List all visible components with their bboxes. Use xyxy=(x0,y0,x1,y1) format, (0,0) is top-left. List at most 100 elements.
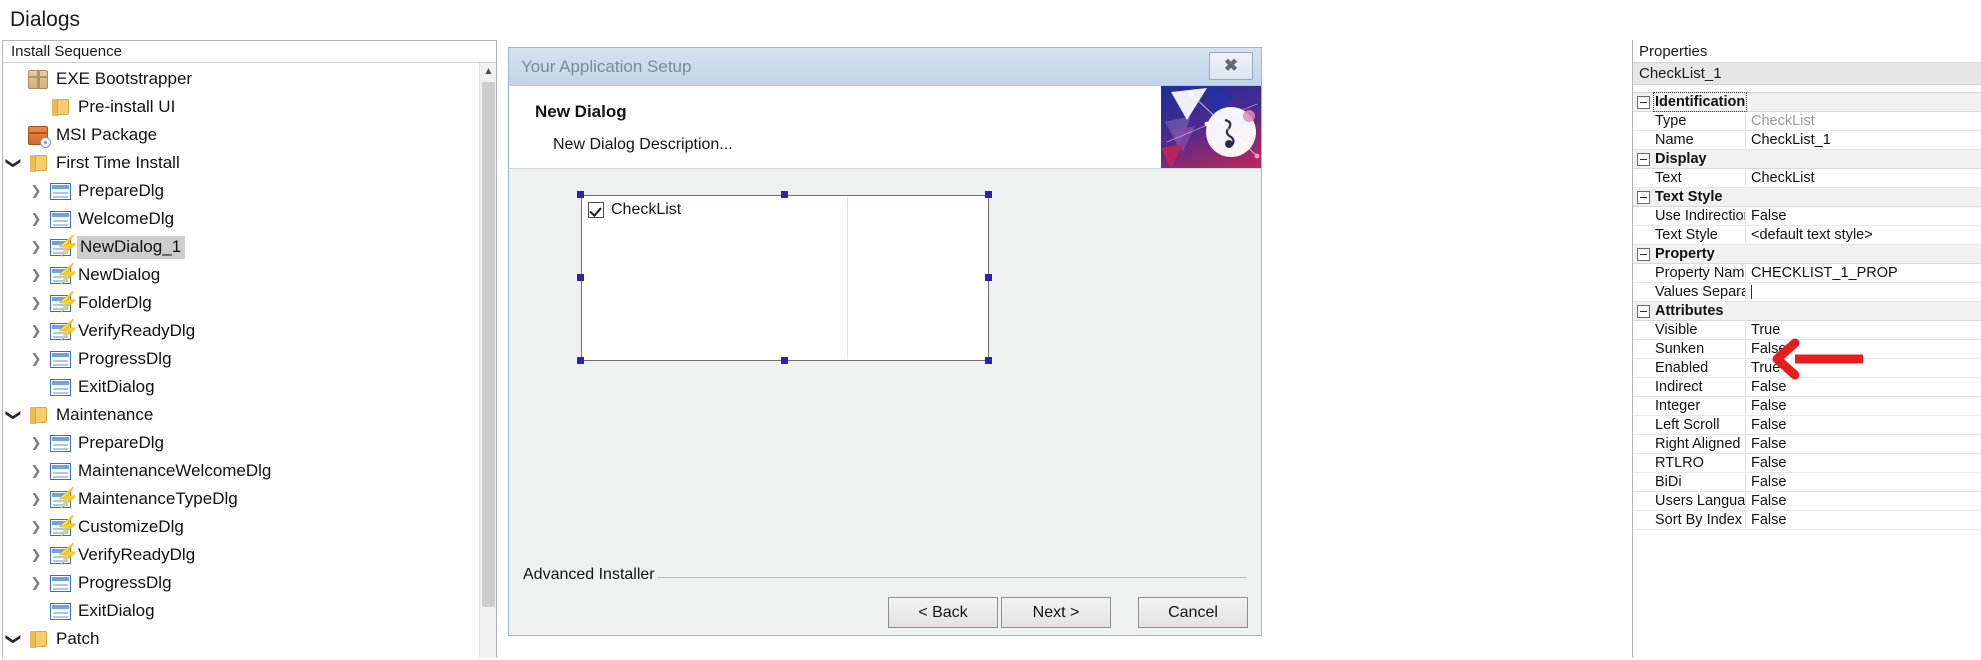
property-value-cell[interactable]: False xyxy=(1746,208,1981,224)
tree-item-exe-bootstrapper[interactable]: EXE Bootstrapper xyxy=(3,65,481,93)
resize-handle-top-center[interactable] xyxy=(781,191,788,198)
property-value-cell[interactable]: False xyxy=(1746,512,1981,528)
collapse-minus-icon[interactable] xyxy=(1637,152,1650,166)
resize-handle-middle-right[interactable] xyxy=(985,274,992,281)
property-row[interactable]: Values Separator xyxy=(1633,283,1981,302)
tree-item-pre-install-ui[interactable]: Pre-install UI xyxy=(3,93,481,121)
property-group-identification[interactable]: Identification xyxy=(1633,92,1981,112)
chevron-right-icon[interactable]: ❯ xyxy=(25,575,47,591)
checkbox-checked-icon[interactable] xyxy=(588,202,604,218)
property-value-cell[interactable]: False xyxy=(1746,417,1981,433)
property-value-cell[interactable]: CheckList_1 xyxy=(1746,132,1981,148)
dialogs-tree[interactable]: EXE Bootstrapper Pre-install UI MSI Packag… xyxy=(3,63,496,658)
checklist-item[interactable]: CheckList xyxy=(582,196,988,219)
property-group-attributes[interactable]: Attributes xyxy=(1633,302,1981,321)
chevron-down-icon[interactable]: ❯ xyxy=(5,404,23,426)
property-value-cell[interactable]: CheckList xyxy=(1746,170,1981,186)
resize-handle-bottom-right[interactable] xyxy=(985,357,992,364)
chevron-right-icon[interactable]: ❯ xyxy=(25,295,47,311)
property-value-cell[interactable]: True xyxy=(1746,322,1981,338)
property-value-cell[interactable]: CHECKLIST_1_PROP xyxy=(1746,265,1981,281)
tree-item-maintenance[interactable]: ❯ Maintenance xyxy=(3,401,481,429)
chevron-right-icon[interactable]: ❯ xyxy=(25,519,47,535)
tree-item-verifyreadydlg[interactable]: ❯ ⚡ VerifyReadyDlg xyxy=(3,317,481,345)
chevron-right-icon[interactable]: ❯ xyxy=(25,211,47,227)
property-row[interactable]: Type CheckList xyxy=(1633,112,1981,131)
property-row[interactable]: RTLRO False xyxy=(1633,454,1981,473)
property-value-cell[interactable]: False xyxy=(1746,474,1981,490)
property-value-cell[interactable]: False xyxy=(1746,341,1981,357)
checklist-control[interactable]: CheckList xyxy=(581,195,989,361)
tree-item-exitdialog[interactable]: ExitDialog xyxy=(3,373,481,401)
chevron-right-icon[interactable]: ❯ xyxy=(25,323,47,339)
property-row[interactable]: Visible True xyxy=(1633,321,1981,340)
property-row[interactable]: Right Aligned False xyxy=(1633,435,1981,454)
property-row[interactable]: Enabled True xyxy=(1633,359,1981,378)
chevron-right-icon[interactable]: ❯ xyxy=(25,435,47,451)
chevron-right-icon[interactable]: ❯ xyxy=(25,547,47,563)
property-value-cell[interactable]: False xyxy=(1746,379,1981,395)
scrollbar-thumb[interactable] xyxy=(482,82,495,607)
property-row[interactable]: Text CheckList xyxy=(1633,169,1981,188)
values-separator-input[interactable] xyxy=(1746,284,1981,300)
resize-handle-top-left[interactable] xyxy=(577,191,584,198)
back-button[interactable]: < Back xyxy=(888,597,998,628)
tree-item-welcomedlg[interactable]: ❯ WelcomeDlg xyxy=(3,205,481,233)
scroll-up-icon[interactable]: ▲ xyxy=(480,63,496,80)
collapse-minus-icon[interactable] xyxy=(1637,247,1650,261)
tree-item-progressdlg[interactable]: ❯ ProgressDlg xyxy=(3,569,481,597)
property-row[interactable]: Text Style <default text style> xyxy=(1633,226,1981,245)
chevron-down-icon[interactable]: ❯ xyxy=(5,152,23,174)
tree-item-first-time-install[interactable]: ❯ First Time Install xyxy=(3,149,481,177)
property-row[interactable]: Name CheckList_1 xyxy=(1633,131,1981,150)
chevron-right-icon[interactable]: ❯ xyxy=(25,239,47,255)
tree-item-preparedlg[interactable]: ❯ PrepareDlg xyxy=(3,429,481,457)
dialog-designer-canvas[interactable]: Your Application Setup ✖ New Dialog New … xyxy=(503,40,1628,660)
property-row[interactable]: Indirect False xyxy=(1633,378,1981,397)
tree-item-exitdialog[interactable]: ExitDialog xyxy=(3,597,481,625)
tree-item-progressdlg[interactable]: ❯ ProgressDlg xyxy=(3,345,481,373)
cancel-button[interactable]: Cancel xyxy=(1138,597,1248,628)
next-button[interactable]: Next > xyxy=(1001,597,1111,628)
collapse-minus-icon[interactable] xyxy=(1637,190,1650,204)
chevron-right-icon[interactable]: ❯ xyxy=(25,351,47,367)
property-row[interactable]: Left Scroll False xyxy=(1633,416,1981,435)
property-group-text-style[interactable]: Text Style xyxy=(1633,188,1981,207)
tree-scrollbar[interactable]: ▲ xyxy=(479,63,496,658)
property-group-property[interactable]: Property xyxy=(1633,245,1981,264)
resize-handle-top-right[interactable] xyxy=(985,191,992,198)
tree-item-customizedlg[interactable]: ❯ ⚡ CustomizeDlg xyxy=(3,513,481,541)
property-value-cell[interactable]: True xyxy=(1746,360,1981,376)
chevron-right-icon[interactable]: ❯ xyxy=(25,463,47,479)
collapse-minus-icon[interactable] xyxy=(1637,304,1650,318)
dialog-body[interactable]: CheckList xyxy=(509,169,1261,555)
tree-item-preparedlg[interactable]: ❯ PrepareDlg xyxy=(3,177,481,205)
resize-handle-middle-left[interactable] xyxy=(577,274,584,281)
property-value-cell[interactable]: False xyxy=(1746,436,1981,452)
tree-item-verifyreadydlg[interactable]: ❯ ⚡ VerifyReadyDlg xyxy=(3,541,481,569)
dialog-preview[interactable]: Your Application Setup ✖ New Dialog New … xyxy=(508,47,1262,636)
tree-item-newdialog-1[interactable]: ❯ ⚡ NewDialog_1 xyxy=(3,233,481,261)
property-row[interactable]: BiDi False xyxy=(1633,473,1981,492)
tree-item-maintenancewelcomedlg[interactable]: ❯ MaintenanceWelcomeDlg xyxy=(3,457,481,485)
property-row[interactable]: Sunken False xyxy=(1633,340,1981,359)
property-group-display[interactable]: Display xyxy=(1633,150,1981,169)
chevron-right-icon[interactable]: ❯ xyxy=(25,183,47,199)
chevron-right-icon[interactable]: ❯ xyxy=(25,267,47,283)
property-value-cell[interactable]: False xyxy=(1746,493,1981,509)
tree-item-newdialog[interactable]: ❯ ⚡ NewDialog xyxy=(3,261,481,289)
chevron-right-icon[interactable]: ❯ xyxy=(25,491,47,507)
close-icon[interactable]: ✖ xyxy=(1209,52,1253,80)
tree-item-patch[interactable]: ❯ Patch xyxy=(3,625,481,653)
property-value-cell[interactable]: CheckList xyxy=(1746,113,1981,129)
tree-item-folderdlg[interactable]: ❯ ⚡ FolderDlg xyxy=(3,289,481,317)
chevron-down-icon[interactable]: ❯ xyxy=(5,628,23,650)
tree-item-maintenancetypedlg[interactable]: ❯ ⚡ MaintenanceTypeDlg xyxy=(3,485,481,513)
property-row[interactable]: Users LanguageFalse xyxy=(1633,492,1981,511)
property-value-cell[interactable]: <default text style> xyxy=(1746,227,1981,243)
property-row[interactable]: Integer False xyxy=(1633,397,1981,416)
resize-handle-bottom-center[interactable] xyxy=(781,357,788,364)
property-row[interactable]: Property Name CHECKLIST_1_PROP xyxy=(1633,264,1981,283)
collapse-minus-icon[interactable] xyxy=(1637,95,1650,109)
property-value-cell[interactable]: False xyxy=(1746,398,1981,414)
